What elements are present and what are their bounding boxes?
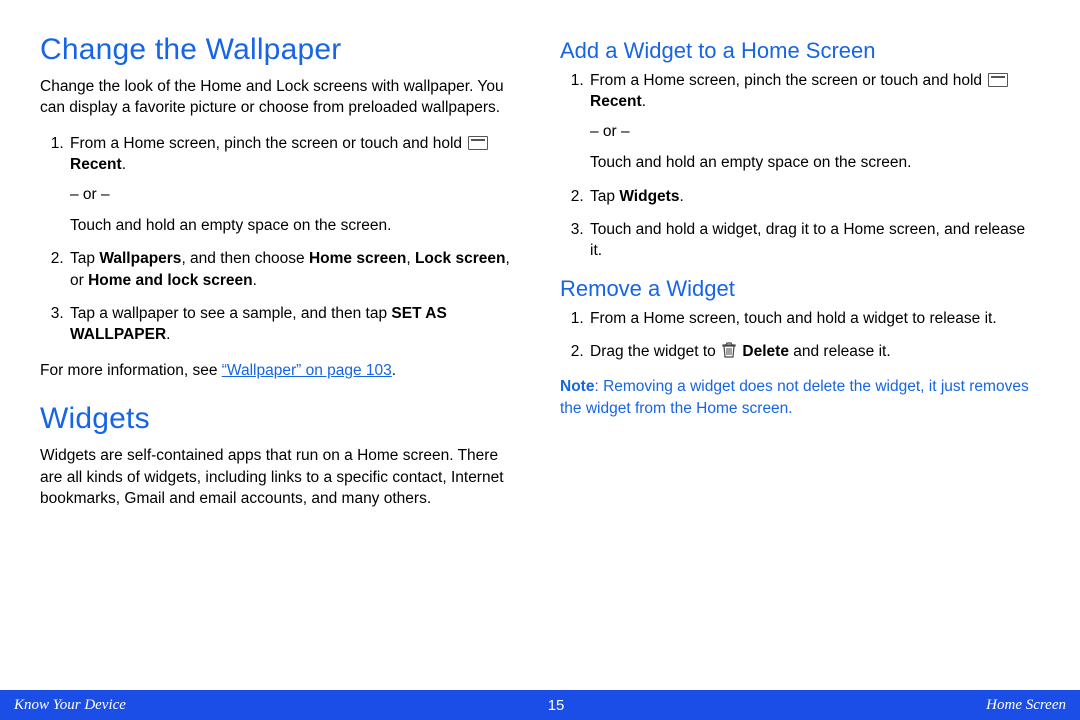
- add-step-1: From a Home screen, pinch the screen or …: [588, 70, 1040, 174]
- bold: Lock screen: [415, 250, 505, 267]
- footer-right: Home Screen: [986, 697, 1066, 714]
- more-info: For more information, see “Wallpaper” on…: [40, 360, 520, 381]
- recent-icon: [468, 136, 488, 150]
- add-widget-steps: From a Home screen, pinch the screen or …: [560, 70, 1040, 262]
- step1-alt: Touch and hold an empty space on the scr…: [70, 215, 520, 236]
- right-column: Add a Widget to a Home Screen From a Hom…: [560, 32, 1040, 682]
- footer-page-number: 15: [548, 697, 565, 714]
- note-label: Note: [560, 378, 594, 395]
- heading-widgets: Widgets: [40, 401, 520, 437]
- text: Tap a wallpaper to see a sample, and the…: [70, 305, 391, 322]
- text: From a Home screen, pinch the screen or …: [70, 135, 466, 152]
- text: For more information, see: [40, 362, 222, 379]
- text: .: [122, 156, 126, 173]
- left-column: Change the Wallpaper Change the look of …: [40, 32, 520, 682]
- remove-step-1: From a Home screen, touch and hold a wid…: [588, 308, 1040, 329]
- text: .: [253, 272, 257, 289]
- text: .: [166, 326, 170, 343]
- wallpaper-link[interactable]: “Wallpaper” on page 103: [222, 362, 392, 379]
- text: and release it.: [789, 343, 891, 360]
- or-divider: – or –: [70, 184, 520, 205]
- text: Tap: [70, 250, 99, 267]
- remove-note: Note: Removing a widget does not delete …: [560, 376, 1040, 419]
- recent-label: Recent: [590, 93, 642, 110]
- text: Drag the widget to: [590, 343, 720, 360]
- recent-icon: [988, 73, 1008, 87]
- footer-left: Know Your Device: [14, 697, 126, 714]
- or-divider: – or –: [590, 121, 1040, 142]
- add-step-2: Tap Widgets.: [588, 186, 1040, 207]
- page-footer: Know Your Device 15 Home Screen: [0, 690, 1080, 720]
- text: Tap: [590, 188, 619, 205]
- heading-add-widget: Add a Widget to a Home Screen: [560, 38, 1040, 64]
- add-step1-alt: Touch and hold an empty space on the scr…: [590, 152, 1040, 173]
- wallpaper-intro: Change the look of the Home and Lock scr…: [40, 76, 520, 119]
- text: .: [642, 93, 646, 110]
- trash-icon: [722, 342, 736, 358]
- bold: Home and lock screen: [88, 272, 253, 289]
- text: , and then choose: [181, 250, 309, 267]
- remove-widget-steps: From a Home screen, touch and hold a wid…: [560, 308, 1040, 363]
- heading-remove-widget: Remove a Widget: [560, 276, 1040, 302]
- bold: Widgets: [619, 188, 679, 205]
- wallpaper-steps: From a Home screen, pinch the screen or …: [40, 133, 520, 346]
- add-step-3: Touch and hold a widget, drag it to a Ho…: [588, 219, 1040, 262]
- widgets-intro: Widgets are self-contained apps that run…: [40, 445, 520, 509]
- text: .: [679, 188, 683, 205]
- bold: Delete: [742, 343, 789, 360]
- bold: Home screen: [309, 250, 406, 267]
- recent-label: Recent: [70, 156, 122, 173]
- note-body: : Removing a widget does not delete the …: [560, 378, 1029, 416]
- text: ,: [406, 250, 415, 267]
- heading-change-wallpaper: Change the Wallpaper: [40, 32, 520, 68]
- wallpaper-step-1: From a Home screen, pinch the screen or …: [68, 133, 520, 237]
- wallpaper-step-3: Tap a wallpaper to see a sample, and the…: [68, 303, 520, 346]
- bold: Wallpapers: [99, 250, 181, 267]
- wallpaper-step-2: Tap Wallpapers, and then choose Home scr…: [68, 248, 520, 291]
- remove-step-2: Drag the widget to Delete and release it…: [588, 341, 1040, 362]
- text: .: [392, 362, 396, 379]
- text: From a Home screen, pinch the screen or …: [590, 72, 986, 89]
